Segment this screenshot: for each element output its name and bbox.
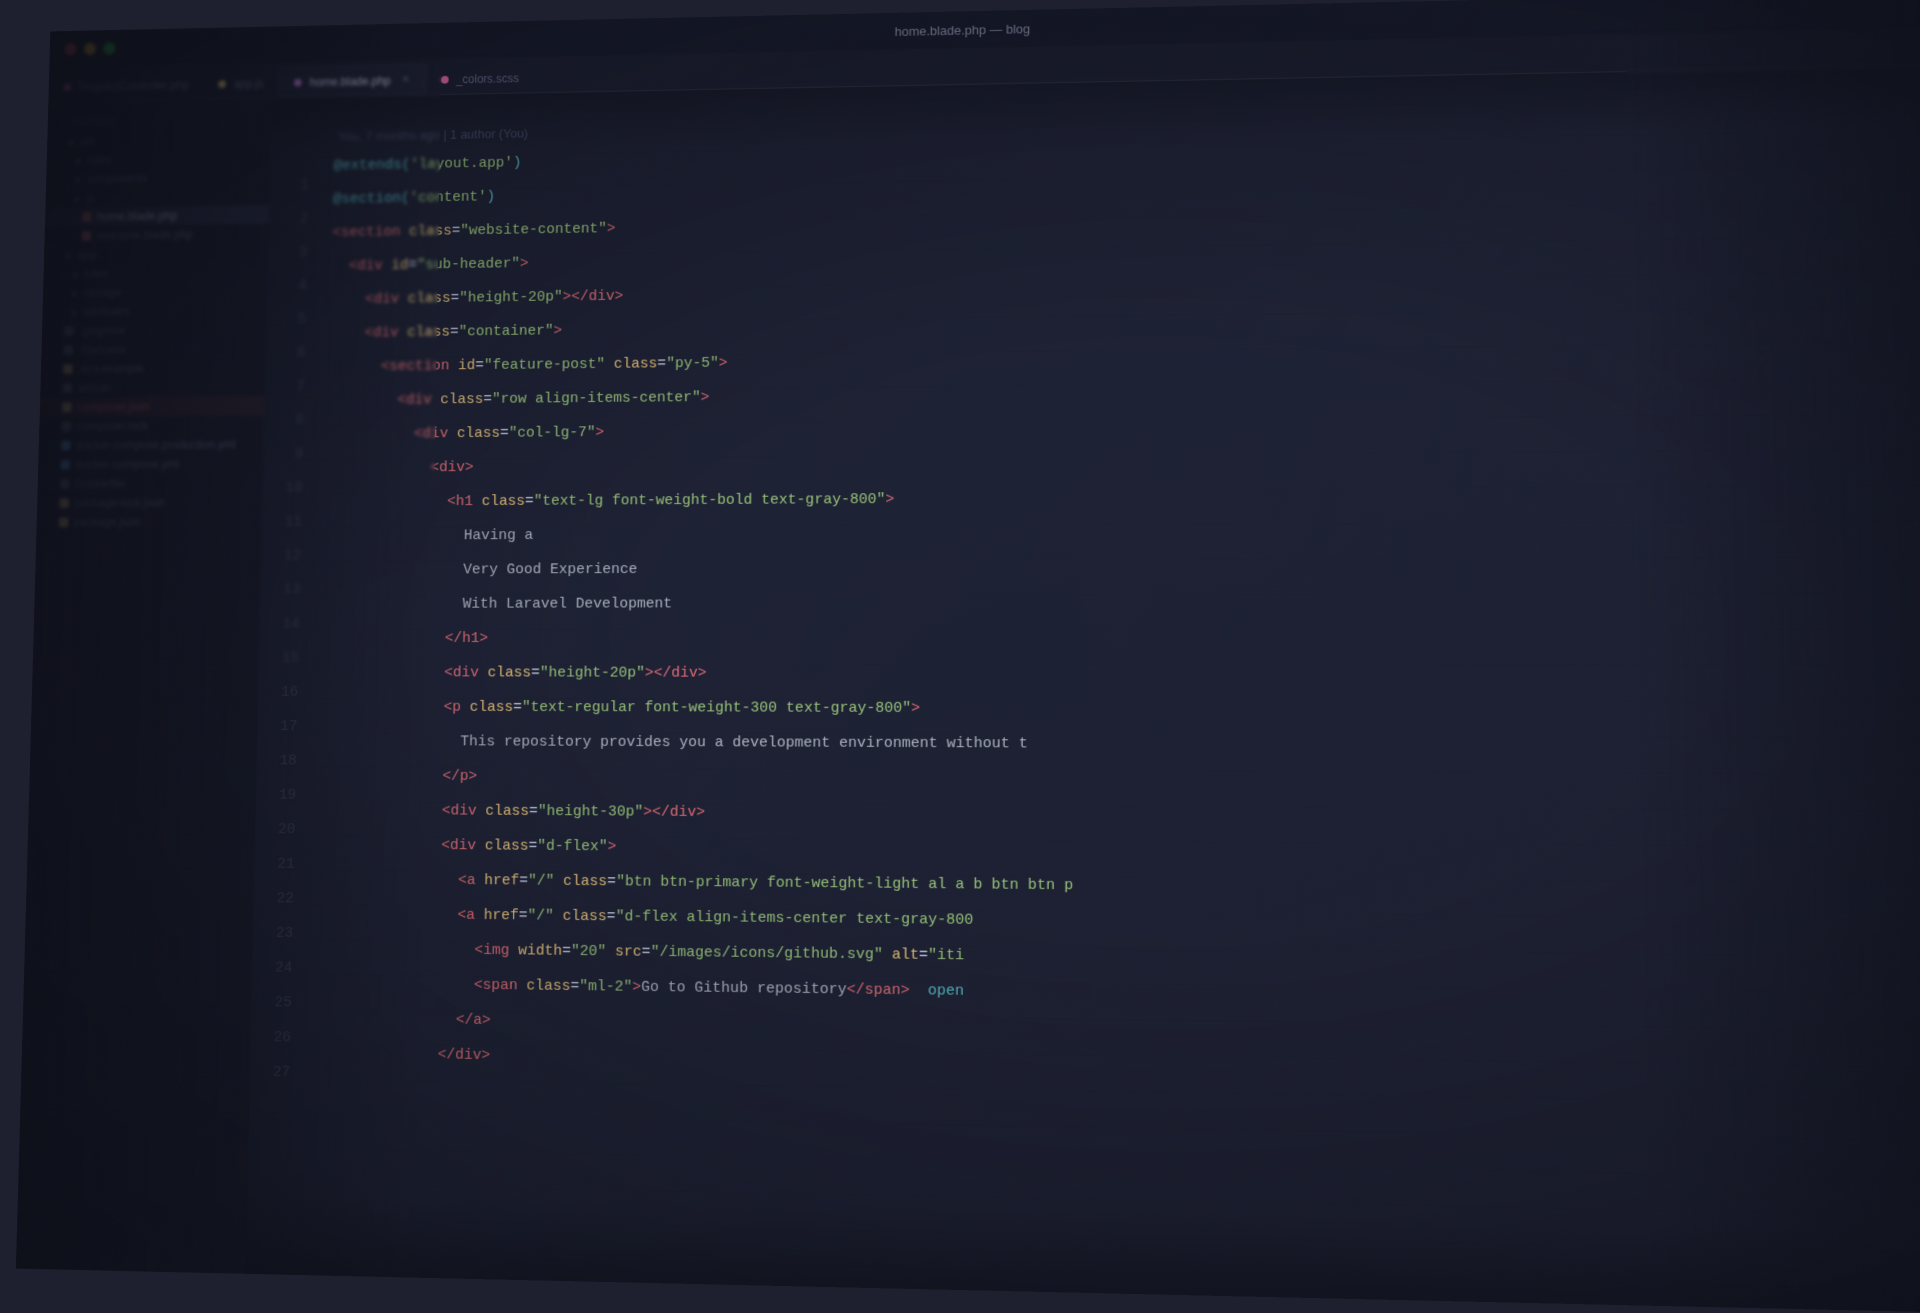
tab-label-colors: _colors.scss — [456, 71, 519, 86]
code-line-14: With Laravel Development — [324, 584, 1920, 621]
code-line-17: <p class="text-regular font-weight-300 t… — [322, 690, 1920, 729]
file-icon-dockerprod — [61, 441, 71, 451]
sidebar-item-packagelock[interactable]: package-lock.json — [37, 492, 263, 512]
editor-area: 1 2 3 4 5 6 7 8 9 10 11 12 13 14 15 16 1… — [245, 66, 1920, 1313]
sidebar-item-docker[interactable]: docker-compose.yml — [38, 454, 263, 475]
folder-icon-attributes: ▸ — [72, 305, 78, 318]
sidebar-section: CONTENT ▸ src ▸ rules ▸ components ▸ js … — [36, 106, 271, 536]
sidebar-item-docker-prod[interactable]: docker-compose.production.yml — [39, 435, 264, 456]
sidebar-item-packagejson[interactable]: package.json — [36, 512, 262, 532]
sidebar-item-gitignore[interactable]: .gitignore — [42, 319, 267, 341]
file-icon-packagejson — [59, 518, 69, 528]
maximize-button[interactable] — [103, 42, 115, 54]
code-line-15: </h1> — [324, 620, 1920, 656]
tab-appjs[interactable]: app.js — [203, 67, 278, 99]
file-icon-composerlock — [61, 422, 71, 432]
tab-requestcontroller[interactable]: RequestController.php — [48, 69, 204, 102]
file-icon-artisan — [63, 383, 73, 393]
folder-icon-rules: ▸ — [76, 154, 82, 167]
file-icon-welcomeblade — [82, 231, 92, 241]
file-icon-gitignore — [64, 326, 74, 336]
folder-icon-storage: ▸ — [73, 286, 79, 299]
tab-close-homeblade[interactable]: ✕ — [402, 75, 410, 86]
folder-icon-src: ▸ — [69, 135, 75, 148]
tab-colors[interactable]: _colors.scss — [426, 62, 535, 95]
folder-icon-rules2: ▸ — [73, 267, 79, 280]
sidebar-item-htaccess[interactable]: .htaccess — [41, 338, 266, 359]
minimize-button[interactable] — [84, 42, 96, 54]
file-icon-docker — [60, 460, 70, 470]
code-line-16: <div class="height-20p"></div> — [323, 656, 1920, 693]
tab-dot-requestcontroller — [63, 83, 71, 91]
file-icon-composerjson — [62, 403, 72, 413]
tab-homeblade[interactable]: home.blade.php ✕ — [278, 64, 426, 97]
tab-label-homeblade: home.blade.php — [309, 74, 390, 89]
sidebar-item-attributes[interactable]: ▸ attributes — [42, 300, 267, 322]
tab-dot-appjs — [219, 80, 227, 88]
close-button[interactable] — [64, 43, 76, 55]
file-icon-htaccess — [64, 345, 74, 355]
folder-icon-js: ▸ — [75, 192, 81, 205]
sidebar-item-composerjson[interactable]: composer.json — [40, 396, 265, 417]
code-line-13: Very Good Experience — [325, 548, 1920, 587]
sidebar: CONTENT ▸ src ▸ rules ▸ components ▸ js … — [16, 98, 271, 1273]
tab-dot-colors — [441, 75, 449, 83]
file-icon-homeblade — [82, 212, 92, 222]
folder-icon-components: ▸ — [76, 173, 82, 186]
sidebar-item-envexample[interactable]: .env.example — [41, 358, 266, 379]
editor-screen: home.blade.php — blog RequestController.… — [16, 0, 1920, 1313]
code-line-12: Having a — [326, 512, 1920, 553]
window-title: home.blade.php — blog — [895, 21, 1031, 38]
code-content: You, 7 months ago | 1 author (You) @exte… — [301, 66, 1920, 1313]
file-icon-packagelock — [59, 498, 69, 508]
traffic-lights — [50, 42, 116, 56]
sidebar-item-artisan[interactable]: artisan — [40, 377, 265, 398]
file-icon-envexample — [63, 364, 73, 374]
tab-label-appjs: app.js — [234, 76, 264, 90]
sidebar-item-composerlock[interactable]: composer.lock — [39, 415, 264, 436]
tab-label-requestcontroller: RequestController.php — [78, 78, 189, 93]
sidebar-item-dockerfile[interactable]: Dockerfile — [37, 473, 263, 494]
code-line-18: This repository provides you a developme… — [322, 724, 1920, 765]
file-icon-dockerfile — [60, 479, 70, 489]
folder-icon-app: ▸ — [66, 248, 72, 261]
tab-dot-homeblade — [294, 78, 302, 86]
